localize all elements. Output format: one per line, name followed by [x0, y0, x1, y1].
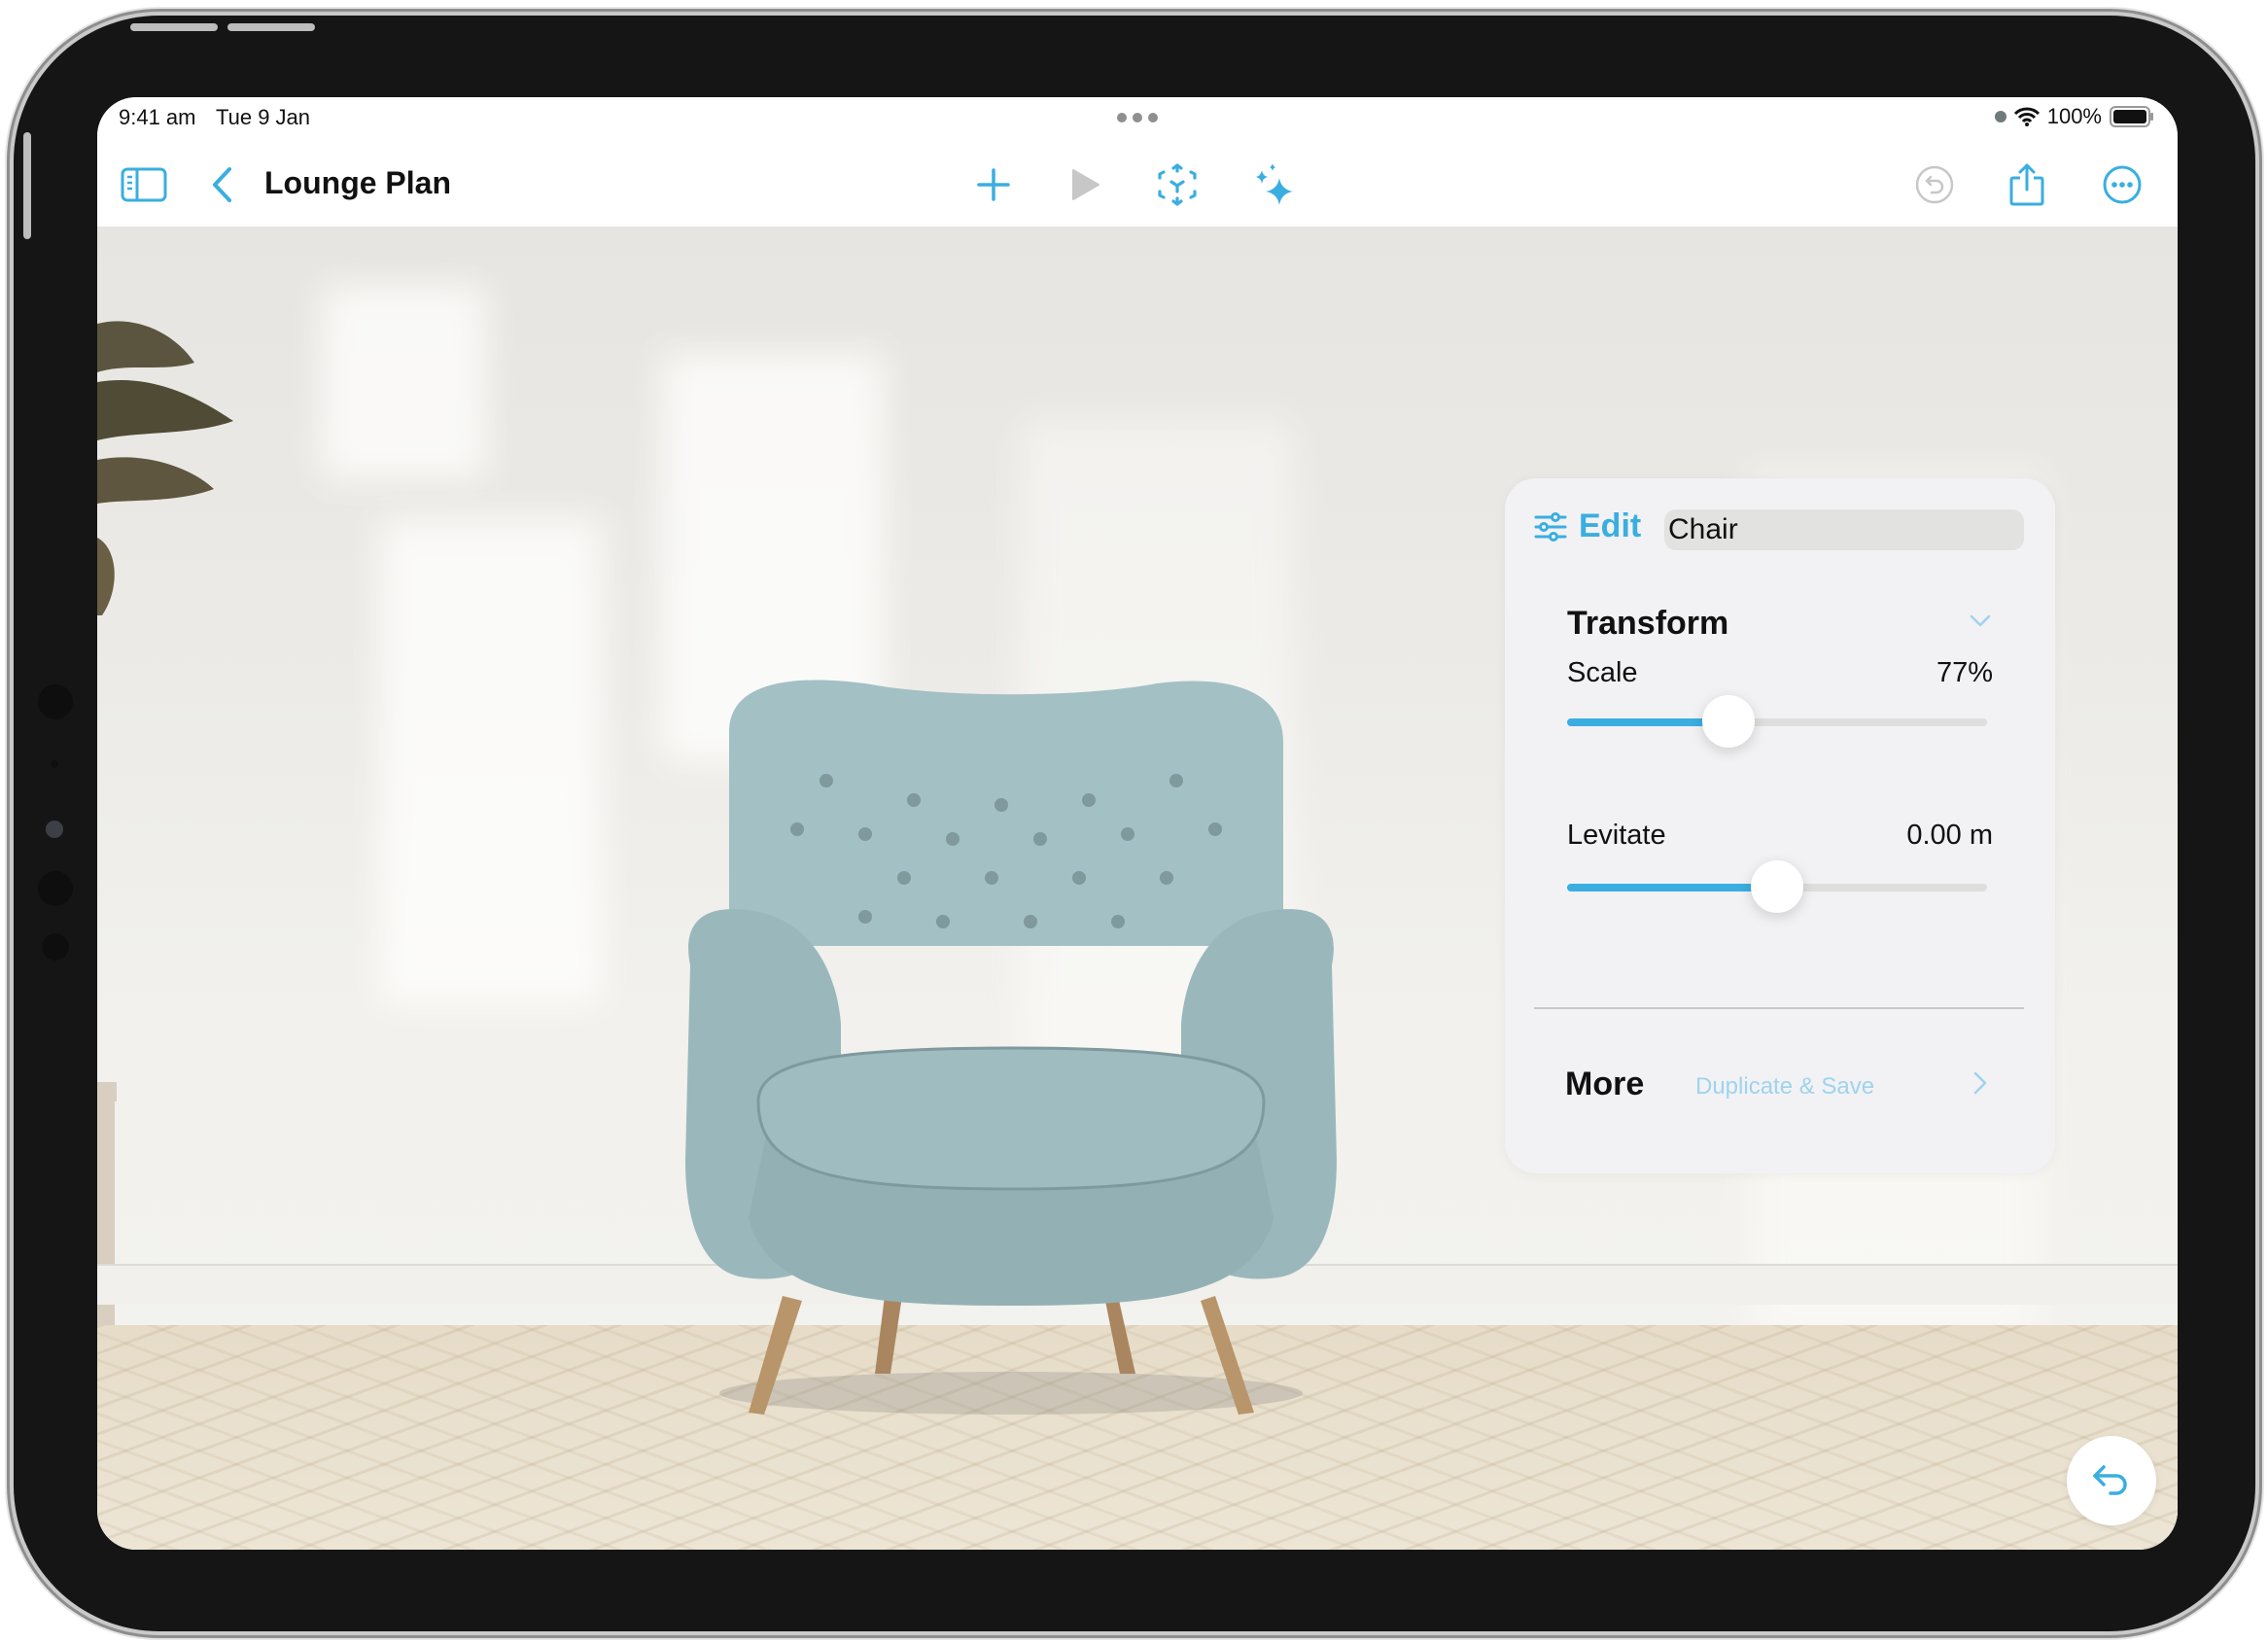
- share-icon: [2009, 163, 2044, 206]
- front-camera: [46, 821, 63, 838]
- scale-value: 77%: [1936, 657, 1993, 688]
- battery-percent: 100%: [2046, 104, 2102, 128]
- status-date: Tue 9 Jan: [216, 105, 311, 129]
- sliders-icon: [1534, 511, 1567, 542]
- play-icon: [1072, 169, 1099, 200]
- document-title[interactable]: Lounge Plan: [264, 165, 451, 201]
- chair-seat: [756, 1046, 1266, 1191]
- ar-cube-icon: [1158, 163, 1197, 206]
- window-light: [379, 518, 603, 1004]
- chevron-left-icon: [213, 167, 231, 202]
- sensor: [38, 684, 73, 719]
- back-button[interactable]: [194, 157, 249, 212]
- edit-panel: Edit Chair Transform Scale 77% Levitate …: [1505, 478, 2055, 1173]
- more-options-button[interactable]: [2095, 157, 2149, 212]
- plant: [97, 321, 233, 1101]
- magic-button[interactable]: [1248, 157, 1303, 212]
- levitate-value: 0.00 m: [1906, 820, 1993, 851]
- play-button[interactable]: [1058, 157, 1112, 212]
- status-bar: 9:41 am Tue 9 Jan 100%: [97, 97, 2178, 144]
- sensor: [38, 871, 73, 906]
- sparkles-icon: [1256, 163, 1293, 205]
- undo-circle-icon: [1915, 165, 1954, 204]
- scale-slider[interactable]: [1567, 695, 1987, 748]
- floating-undo-button[interactable]: [2067, 1436, 2156, 1525]
- duplicate-save-link[interactable]: Duplicate & Save: [1695, 1073, 1874, 1101]
- toolbar: Lounge Plan: [97, 144, 2178, 227]
- volume-button: [227, 23, 315, 31]
- status-indicators: 100%: [1994, 104, 2154, 129]
- chair-leg: [1104, 1296, 1135, 1374]
- share-button[interactable]: [2000, 157, 2054, 212]
- undo-button[interactable]: [1907, 157, 1962, 212]
- sensor: [42, 933, 69, 961]
- camera-indicator-icon: [1994, 111, 2006, 122]
- slider-fill: [1567, 884, 1777, 891]
- sidebar-toggle-button[interactable]: [117, 157, 171, 212]
- battery-icon: [2110, 106, 2153, 127]
- volume-button: [130, 23, 218, 31]
- slider-thumb[interactable]: [1702, 695, 1756, 748]
- wifi-icon: [2013, 107, 2040, 126]
- levitate-label: Levitate: [1567, 820, 1666, 851]
- sensor: [51, 760, 58, 768]
- multitasking-dots-icon[interactable]: [1117, 113, 1158, 122]
- sidebar-icon: [121, 167, 167, 202]
- divider: [1534, 1007, 2024, 1009]
- chair-shadow: [719, 1372, 1303, 1415]
- object-name-field[interactable]: Chair: [1664, 509, 2024, 550]
- undo-arrow-icon: [2093, 1465, 2127, 1495]
- chevron-right-icon[interactable]: [1973, 1071, 1987, 1095]
- chair-back: [729, 680, 1283, 946]
- chevron-down-icon[interactable]: [1970, 614, 1991, 628]
- slider-thumb[interactable]: [1751, 860, 1803, 913]
- screen: 9:41 am Tue 9 Jan 100% Lounge Plan Edit …: [97, 97, 2178, 1550]
- transform-section-title[interactable]: Transform: [1567, 605, 1728, 643]
- ellipsis-circle-icon: [2103, 165, 2142, 204]
- edit-label: Edit: [1579, 507, 1642, 544]
- armchair[interactable]: [671, 674, 1351, 1432]
- window-light: [321, 285, 486, 479]
- edit-header: Edit: [1534, 507, 1641, 545]
- levitate-slider[interactable]: [1567, 860, 1987, 913]
- power-button: [23, 132, 31, 239]
- plus-icon: [977, 168, 1010, 201]
- add-button[interactable]: [966, 157, 1021, 212]
- ar-view-button[interactable]: [1150, 157, 1204, 212]
- more-label: More: [1565, 1066, 1645, 1102]
- scale-label: Scale: [1567, 657, 1638, 688]
- status-time: 9:41 am: [119, 105, 196, 129]
- chair-leg: [875, 1296, 902, 1374]
